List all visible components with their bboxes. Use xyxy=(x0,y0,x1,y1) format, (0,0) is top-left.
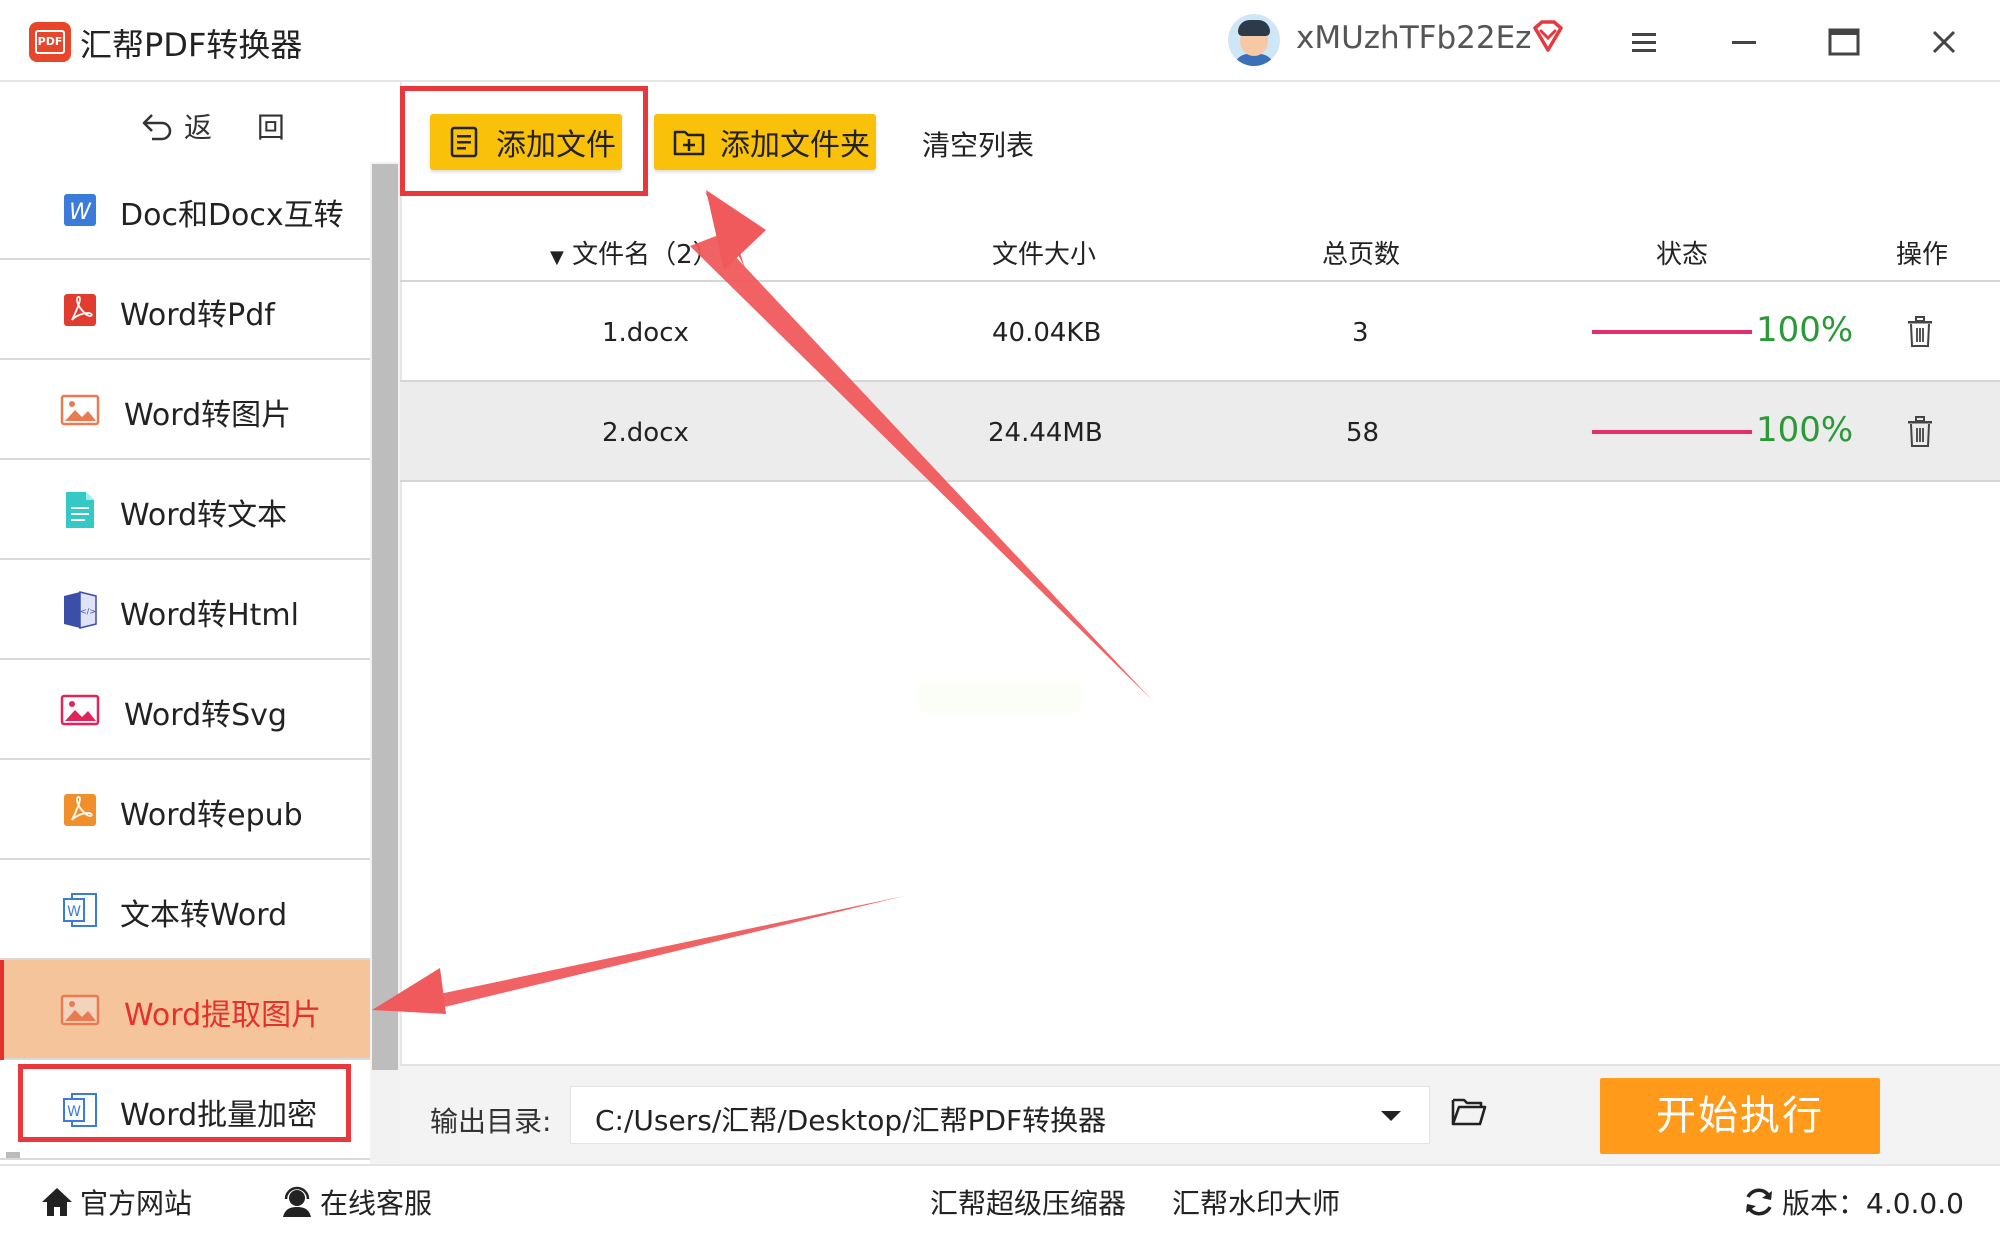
footer-bar: 官方网站 在线客服 汇帮超级压缩器 汇帮水印大师 版本：4.0.0.0 xyxy=(0,1164,2000,1234)
official-website-link[interactable]: 官方网站 xyxy=(40,1182,192,1222)
column-header-size: 文件大小 xyxy=(992,240,1097,270)
menu-icon[interactable] xyxy=(1622,20,1666,64)
add-folder-label: 添加文件夹 xyxy=(720,128,870,163)
maximize-icon[interactable] xyxy=(1822,20,1866,64)
sidebar-item-word-svg[interactable]: Word转Svg xyxy=(0,660,370,760)
annotation-highlight-box xyxy=(400,86,648,196)
sidebar-item-word-epub[interactable]: Word转epub xyxy=(0,760,370,860)
user-avatar[interactable] xyxy=(1228,14,1280,66)
sidebar: 返 回 W Doc和Docx互转 Word转Pdf Word转图片 Word转文… xyxy=(0,82,400,1164)
sort-caret-icon: ▼ xyxy=(550,247,564,268)
open-folder-icon[interactable] xyxy=(1450,1092,1488,1130)
sidebar-item-label: Word转Svg xyxy=(124,698,287,733)
watermark-master-link[interactable]: 汇帮水印大师 xyxy=(1172,1182,1340,1222)
status-percent: 100% xyxy=(1756,410,1854,450)
minimize-icon[interactable] xyxy=(1722,20,1766,64)
sidebar-resize-mark xyxy=(6,1152,20,1158)
epub-icon xyxy=(64,794,96,826)
app-logo-text: PDF xyxy=(35,30,65,54)
file-name: 1.docx xyxy=(602,318,689,348)
add-folder-button[interactable]: 添加文件夹 xyxy=(654,114,876,170)
sidebar-item-label: Word转Pdf xyxy=(120,298,275,333)
output-label: 输出目录: xyxy=(430,1105,552,1138)
sidebar-scrollbar-thumb[interactable] xyxy=(372,164,398,1070)
sidebar-item-label: Word转文本 xyxy=(120,498,288,533)
delete-trash-icon[interactable] xyxy=(1906,316,1934,348)
delete-trash-icon[interactable] xyxy=(1906,416,1934,448)
clear-list-button[interactable]: 清空列表 xyxy=(922,124,1034,164)
page-count: 58 xyxy=(1346,418,1380,448)
sidebar-item-text-word[interactable]: W 文本转Word xyxy=(0,860,370,960)
word-w-icon: W xyxy=(64,194,96,226)
sidebar-item-label: Word转Html xyxy=(120,598,299,633)
version-info[interactable]: 版本：4.0.0.0 xyxy=(1742,1182,1964,1222)
column-header-status: 状态 xyxy=(1656,240,1709,270)
file-size: 24.44MB xyxy=(988,418,1103,448)
add-folder-icon xyxy=(673,130,705,156)
title-bar: PDF 汇帮PDF转换器 xMUzhTFb22Ez xyxy=(0,0,2000,82)
compressor-link[interactable]: 汇帮超级压缩器 xyxy=(930,1182,1126,1222)
html-book-icon: </> xyxy=(64,591,97,629)
progress-bar xyxy=(1592,430,1752,434)
progress-bar xyxy=(1592,330,1752,334)
refresh-icon xyxy=(1746,1188,1772,1216)
column-header-action: 操作 xyxy=(1896,240,1949,270)
svg-text:</>: </> xyxy=(80,607,96,616)
table-header: ▼ 文件名（2） 文件大小 总页数 状态 操作 xyxy=(400,222,2000,282)
file-name: 2.docx xyxy=(602,418,689,448)
app-logo-icon: PDF xyxy=(29,22,71,62)
text-doc-icon xyxy=(66,492,94,528)
sidebar-item-label: 文本转Word xyxy=(120,898,288,933)
online-support-link[interactable]: 在线客服 xyxy=(280,1182,432,1222)
home-icon xyxy=(42,1188,72,1216)
sidebar-item-label: Word转图片 xyxy=(124,398,292,433)
status-percent: 100% xyxy=(1756,310,1854,350)
sidebar-item-label: Doc和Docx互转 xyxy=(120,198,344,233)
sidebar-item-word-pdf[interactable]: Word转Pdf xyxy=(0,260,370,360)
page-count: 3 xyxy=(1352,318,1369,348)
image-icon xyxy=(60,994,100,1026)
active-indicator xyxy=(0,960,4,1060)
back-button[interactable]: 返 回 xyxy=(140,104,303,148)
start-button[interactable]: 开始执行 xyxy=(1600,1078,1880,1154)
pdf-icon xyxy=(64,294,96,326)
vip-diamond-icon[interactable] xyxy=(1530,18,1566,54)
username-label[interactable]: xMUzhTFb22Ez xyxy=(1296,20,1531,56)
word-doc-icon: W xyxy=(63,893,97,927)
sidebar-item-label: Word转epub xyxy=(120,798,303,833)
svg-text:W: W xyxy=(67,904,81,920)
svg-image-icon xyxy=(60,694,100,726)
sidebar-item-word-html[interactable]: </> Word转Html xyxy=(0,560,370,660)
main-panel: 添加文件 添加文件夹 清空列表 ▼ 文件名（2） 文件大小 总页数 状态 操作 … xyxy=(400,82,2000,1164)
back-label: 返 回 xyxy=(184,111,303,144)
svg-text:W: W xyxy=(69,200,92,225)
column-header-filename[interactable]: ▼ 文件名（2） xyxy=(550,234,719,271)
support-headset-icon xyxy=(283,1186,311,1217)
image-icon xyxy=(60,394,100,426)
annotation-highlight-box xyxy=(18,1064,351,1142)
sidebar-item-word-image[interactable]: Word转图片 xyxy=(0,360,370,460)
sidebar-item-word-extract-image[interactable]: Word提取图片 xyxy=(0,960,370,1060)
dropdown-caret-icon xyxy=(1381,1111,1401,1121)
sidebar-item-word-text[interactable]: Word转文本 xyxy=(0,460,370,560)
back-arrow-icon xyxy=(142,114,172,141)
close-icon[interactable] xyxy=(1922,20,1966,64)
table-row[interactable]: 2.docx 24.44MB 58 100% xyxy=(400,382,2000,482)
sidebar-item-doc-docx[interactable]: W Doc和Docx互转 xyxy=(0,160,370,260)
sidebar-list: W Doc和Docx互转 Word转Pdf Word转图片 Word转文本 </… xyxy=(0,160,370,1160)
output-path-select[interactable]: C:/Users/汇帮/Desktop/汇帮PDF转换器 xyxy=(570,1086,1430,1144)
column-header-pages: 总页数 xyxy=(1322,240,1401,270)
table-row[interactable]: 1.docx 40.04KB 3 100% xyxy=(400,282,2000,382)
output-bar: 输出目录: C:/Users/汇帮/Desktop/汇帮PDF转换器 开始执行 xyxy=(400,1064,2000,1164)
sidebar-item-label: Word提取图片 xyxy=(124,998,322,1033)
app-title: 汇帮PDF转换器 xyxy=(80,26,303,64)
faint-watermark xyxy=(920,682,1080,712)
output-path-value: C:/Users/汇帮/Desktop/汇帮PDF转换器 xyxy=(595,1104,1107,1137)
file-size: 40.04KB xyxy=(992,318,1102,348)
